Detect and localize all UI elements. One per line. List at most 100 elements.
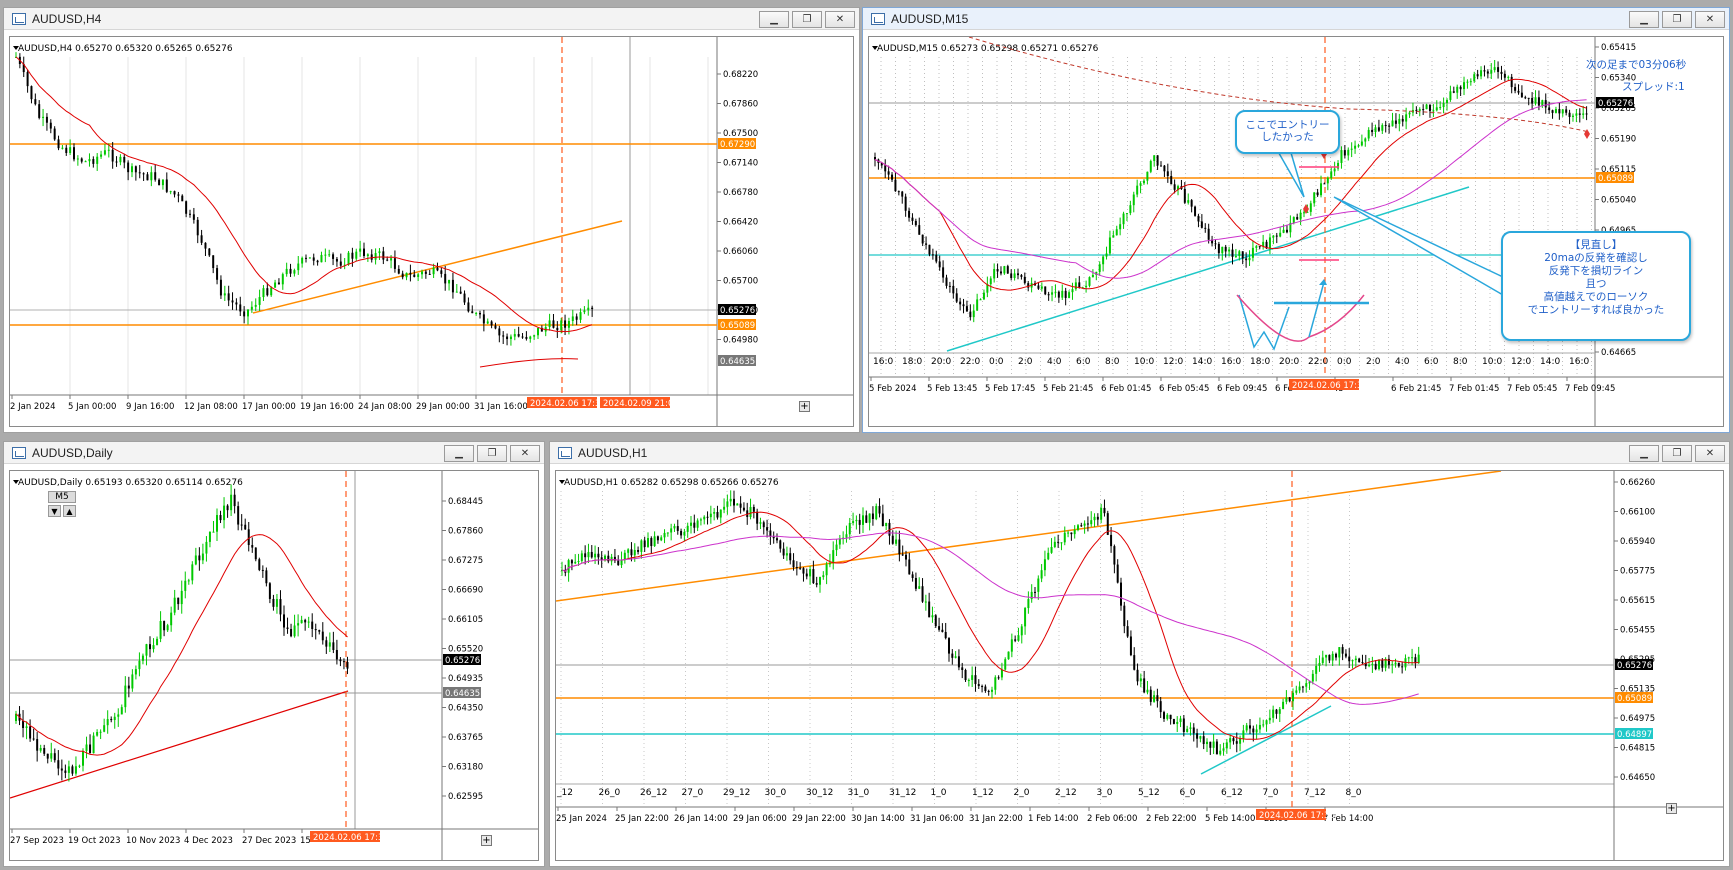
candle-body <box>124 685 127 708</box>
hour-tick-label: 12:0 <box>1163 357 1183 367</box>
price-tick-label: 0.64935 <box>448 674 483 684</box>
candle-body <box>1224 246 1227 252</box>
candle-body <box>709 513 712 518</box>
moving-average-20 <box>15 56 593 333</box>
candle-body <box>1197 215 1200 222</box>
candle-body <box>1309 203 1312 212</box>
breakout-arrow <box>1308 281 1325 338</box>
maximize-button[interactable]: ❐ <box>1662 445 1692 462</box>
candle-body <box>1057 541 1060 543</box>
maximize-button[interactable]: ❐ <box>477 445 507 462</box>
candle-body <box>1017 635 1020 641</box>
candle-body <box>617 560 620 566</box>
candle-body <box>1192 727 1195 734</box>
price-tick-label: 0.65040 <box>1601 196 1636 206</box>
price-chart[interactable]: AUDUSD,M15 0.65273 0.65298 0.65271 0.652… <box>868 36 1724 427</box>
chart-canvas[interactable]: AUDUSD,H4 0.65270 0.65320 0.65265 0.6527… <box>10 37 854 427</box>
price-tick-label: 0.66105 <box>448 615 483 625</box>
candle-body <box>113 716 116 720</box>
candle-body <box>1120 582 1122 606</box>
candle-body <box>931 254 934 256</box>
candle-body <box>1275 235 1278 237</box>
timeframe-down-icon[interactable]: ▼ <box>48 505 61 517</box>
window-titlebar[interactable]: AUDUSD,H4 ▁ ❐ ✕ <box>4 8 859 30</box>
maximize-button[interactable]: ❐ <box>792 11 822 28</box>
candle-body <box>1225 742 1228 749</box>
price-chart[interactable]: _12 26_0 26_12 27_0 29_12 30_0 30_12 31_0 31_12 1… <box>555 470 1724 861</box>
candle-body <box>117 714 120 717</box>
candle-body <box>1476 74 1479 77</box>
candle-body <box>115 161 118 163</box>
chart-canvas[interactable]: _12 26_0 26_12 27_0 29_12 30_0 30_12 31_0 31_12 1… <box>556 471 1724 861</box>
candle-body <box>1435 107 1438 111</box>
window-title: AUDUSD,H1 <box>578 445 648 460</box>
close-button[interactable]: ✕ <box>1695 445 1725 462</box>
window-titlebar[interactable]: AUDUSD,H1 ▁ ❐ ✕ <box>550 442 1729 464</box>
zoom-plus-button[interactable]: + <box>481 835 492 846</box>
minimize-button[interactable]: ▁ <box>1629 445 1659 462</box>
window-titlebar[interactable]: AUDUSD,Daily ▁ ❐ ✕ <box>4 442 544 464</box>
chart-window-daily[interactable]: AUDUSD,Daily ▁ ❐ ✕ AUDUSD,Daily 0.65193 … <box>3 441 545 867</box>
zoom-plus-button[interactable]: + <box>1666 803 1677 814</box>
candle-body <box>1417 654 1420 664</box>
candle-body <box>1377 127 1380 131</box>
price-label-resistance: 0.67290 <box>720 140 755 150</box>
price-chart[interactable]: AUDUSD,H4 0.65270 0.65320 0.65265 0.6527… <box>9 36 854 427</box>
candle-body <box>1321 657 1324 663</box>
candle-body <box>1483 70 1486 72</box>
candle-body <box>1200 221 1203 228</box>
candle-body <box>666 532 669 534</box>
minimize-button[interactable]: ▁ <box>444 445 474 462</box>
candle-body <box>1360 141 1363 146</box>
candle-body <box>686 525 689 532</box>
candle-body <box>719 509 722 518</box>
candle-body <box>99 731 102 733</box>
minimize-button[interactable]: ▁ <box>1629 11 1659 28</box>
candle-body <box>1326 177 1329 184</box>
chart-window-h1[interactable]: AUDUSD,H1 ▁ ❐ ✕ _12 26_0 26_12 27_0 29_12 30_… <box>549 441 1730 867</box>
time-tick-label: 5 Jan 00:00 <box>68 402 116 412</box>
chart-window-h4[interactable]: AUDUSD,H4 ▁ ❐ ✕ AUDUSD,H4 0.65270 0.6532… <box>3 7 860 433</box>
annotation-line: 20maの反発を確認し <box>1544 252 1648 264</box>
candle-body <box>184 580 187 591</box>
candle-body <box>1531 97 1534 104</box>
price-tick-label: 0.67860 <box>448 527 483 537</box>
price-chart[interactable]: AUDUSD,Daily 0.65193 0.65320 0.65114 0.6… <box>9 470 539 861</box>
annotation-line: でエントリーすれば良かった <box>1527 304 1665 316</box>
candle-body <box>1125 213 1128 215</box>
candle-body <box>240 524 243 526</box>
close-button[interactable]: ✕ <box>510 445 540 462</box>
candle-body <box>1351 660 1354 662</box>
candle-body <box>739 503 742 508</box>
candle-body <box>1040 570 1043 579</box>
candle-body <box>88 159 91 162</box>
candle-body <box>1232 738 1235 742</box>
candle-body <box>247 309 249 317</box>
timeframe-badge[interactable]: M5 <box>48 491 76 503</box>
candle-body <box>891 174 894 180</box>
close-button[interactable]: ✕ <box>1695 11 1725 28</box>
minimize-button[interactable]: ▁ <box>759 11 789 28</box>
candle-body <box>250 306 253 310</box>
candle-body <box>1040 286 1043 289</box>
zoom-plus-button[interactable]: + <box>799 401 810 412</box>
timeframe-up-icon[interactable]: ▲ <box>63 505 76 517</box>
close-button[interactable]: ✕ <box>825 11 855 28</box>
chart-canvas[interactable]: AUDUSD,Daily 0.65193 0.65320 0.65114 0.6… <box>10 471 539 861</box>
maximize-button[interactable]: ❐ <box>1662 11 1692 28</box>
candle-body <box>1238 251 1241 256</box>
candle-body <box>885 522 888 527</box>
candle-body <box>901 554 904 556</box>
candle-body <box>85 744 88 751</box>
window-titlebar[interactable]: AUDUSD,M15 ▁ ❐ ✕ <box>863 8 1729 30</box>
candle-body <box>1463 82 1466 90</box>
candle-body <box>1020 626 1023 636</box>
candle-body <box>1057 291 1060 298</box>
candle-body <box>1126 626 1129 637</box>
candle-body <box>1136 669 1139 682</box>
candle-body <box>38 104 41 118</box>
chart-window-m15[interactable]: AUDUSD,M15 ▁ ❐ ✕ AUDUSD,M15 0.65273 0.65… <box>862 7 1730 433</box>
candle-body <box>1364 138 1367 142</box>
candle-body <box>201 553 204 561</box>
candle-body <box>1331 653 1334 661</box>
